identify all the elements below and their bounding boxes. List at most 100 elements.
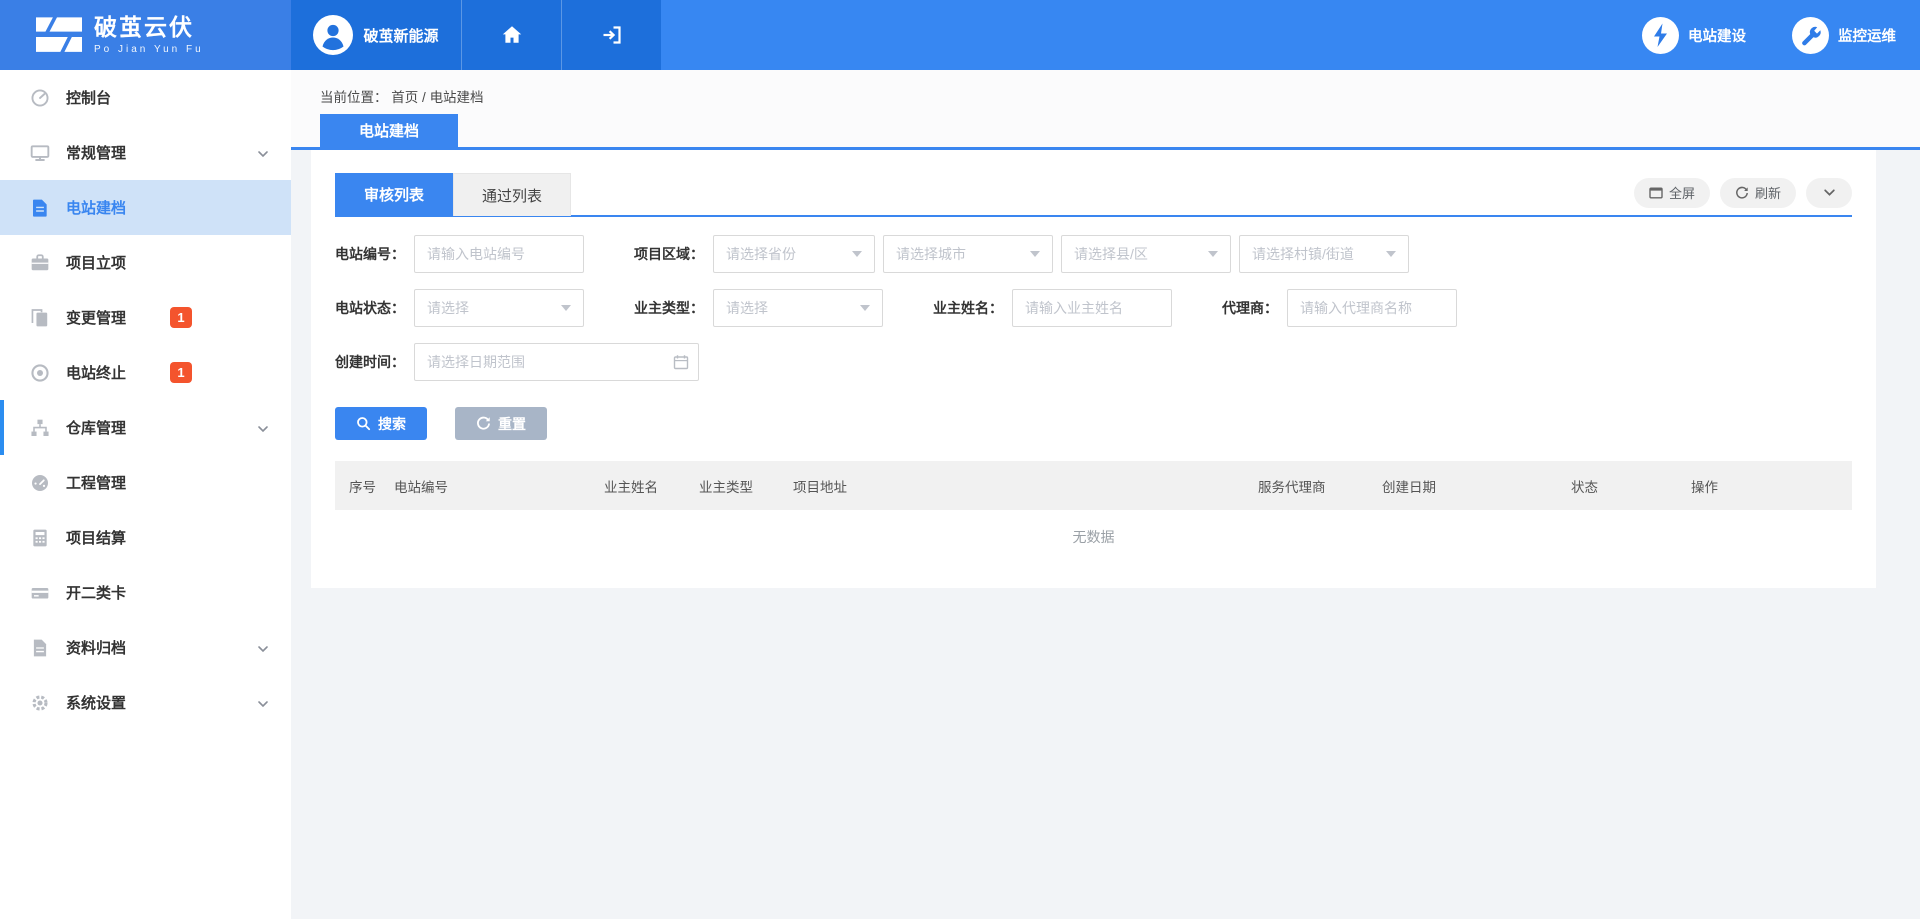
tab-passed-list[interactable]: 通过列表 [453,173,571,216]
sidebar-item-data-archive[interactable]: 资料归档 [0,620,291,675]
column-index: 序号 [335,476,380,496]
province-select[interactable]: 请选择省份 [713,235,875,273]
content-panel: 审核列表 通过列表 全屏 刷新 电站编号： 项目区域： [311,150,1876,588]
account-name: 破茧新能源 [363,25,438,46]
refresh-label: 刷新 [1755,183,1781,202]
results-table: 序号 电站编号 业主姓名 业主类型 项目地址 服务代理商 创建日期 状态 操作 … [335,461,1852,563]
quick-link-station-build[interactable]: 电站建设 [1642,17,1746,54]
quick-link-monitor-ops[interactable]: 监控运维 [1792,17,1896,54]
brand-title: 破茧云伏 [94,16,204,39]
agent-input[interactable] [1287,289,1457,327]
sidebar-item-label: 控制台 [66,87,111,108]
notification-badge: 1 [170,362,192,383]
city-select[interactable]: 请选择城市 [883,235,1053,273]
refresh-button[interactable]: 刷新 [1720,178,1796,208]
gear-icon [30,693,50,713]
tab-review-list[interactable]: 审核列表 [335,173,453,216]
home-button[interactable] [461,0,561,70]
date-range-picker [414,343,699,381]
empty-state: 无数据 [335,510,1852,563]
calculator-icon [30,528,50,548]
sidebar-item-label: 常规管理 [66,142,126,163]
sidebar-item-warehouse-mgmt[interactable]: 仓库管理 [0,400,291,455]
document-icon [30,198,50,218]
brand-area: 破茧云伏 Po Jian Yun Fu [0,0,291,70]
sidebar-item-general-mgmt[interactable]: 常规管理 [0,125,291,180]
calendar-icon[interactable] [673,354,689,375]
column-project-address: 项目地址 [779,476,1244,496]
logout-button[interactable] [561,0,661,70]
column-status: 状态 [1557,476,1677,496]
reset-label: 重置 [498,414,526,434]
fullscreen-button[interactable]: 全屏 [1634,178,1710,208]
status-label: 电站状态： [335,298,405,318]
town-select[interactable]: 请选择村镇/街道 [1239,235,1409,273]
caret-down-icon [1030,251,1040,257]
search-button[interactable]: 搜索 [335,407,427,440]
fullscreen-label: 全屏 [1669,183,1695,202]
caret-down-icon [852,251,862,257]
sidebar-item-label: 电站终止 [66,362,126,383]
sidebar-item-engineering-mgmt[interactable]: 工程管理 [0,455,291,510]
caret-down-icon [1208,251,1218,257]
breadcrumb: 当前位置： 首页 / 电站建档 [291,70,1920,106]
sidebar-item-console[interactable]: 控制台 [0,70,291,125]
filter-row-1: 电站编号： 项目区域： 请选择省份 请选择城市 请选择县/区 请选择村镇/街道 [335,235,1852,273]
breadcrumb-home-link[interactable]: 首页 [391,90,418,105]
status-select[interactable]: 请选择 [414,289,584,327]
chevron-down-icon [257,697,269,715]
caret-down-icon [860,305,870,311]
owner-type-select[interactable]: 请选择 [713,289,883,327]
column-actions: 操作 [1677,476,1852,496]
main-content: 当前位置： 首页 / 电站建档 电站建档 审核列表 通过列表 全屏 刷新 [291,70,1920,919]
home-icon [501,24,523,46]
sidebar-item-change-mgmt[interactable]: 变更管理 1 [0,290,291,345]
column-service-agent: 服务代理商 [1244,476,1368,496]
account-info[interactable]: 破茧新能源 [291,0,461,70]
page-tab[interactable]: 电站建档 [320,114,458,147]
reset-button[interactable]: 重置 [455,407,547,440]
station-no-input[interactable] [414,235,584,273]
header-account-section: 破茧新能源 [291,0,661,70]
sidebar-item-system-settings[interactable]: 系统设置 [0,675,291,730]
sidebar-item-project-settlement[interactable]: 项目结算 [0,510,291,565]
chevron-down-icon [1823,186,1836,199]
sign-in-icon [601,24,623,46]
sidebar-item-label: 变更管理 [66,307,126,328]
date-range-input[interactable] [414,343,699,381]
caret-down-icon [1386,251,1396,257]
province-placeholder: 请选择省份 [726,244,796,264]
wrench-icon [1792,17,1829,54]
breadcrumb-prefix: 当前位置： [320,90,388,105]
owner-type-label: 业主类型： [634,298,704,318]
sidebar-item-label: 项目结算 [66,527,126,548]
search-icon [356,416,371,431]
county-select[interactable]: 请选择县/区 [1061,235,1231,273]
sidebar-item-label: 系统设置 [66,692,126,713]
column-owner-type: 业主类型 [685,476,779,496]
filter-actions: 搜索 重置 [335,407,1852,440]
collapse-button[interactable] [1806,178,1852,208]
owner-type-placeholder: 请选择 [726,298,768,318]
sidebar-item-station-termination[interactable]: 电站终止 1 [0,345,291,400]
sidebar-item-project-initiation[interactable]: 项目立项 [0,235,291,290]
sidebar-item-card-opening[interactable]: 开二类卡 [0,565,291,620]
sidebar-item-label: 资料归档 [66,637,126,658]
archive-icon [30,638,50,658]
sidebar-item-station-filing[interactable]: 电站建档 [0,180,291,235]
sidebar-item-label: 工程管理 [66,472,126,493]
town-placeholder: 请选择村镇/街道 [1252,244,1354,264]
caret-down-icon [561,305,571,311]
reset-icon [476,416,491,431]
tabs-row: 审核列表 通过列表 全屏 刷新 [335,174,1852,217]
target-icon [30,363,50,383]
owner-name-input[interactable] [1012,289,1172,327]
filter-row-2: 电站状态： 请选择 业主类型： 请选择 业主姓名： 代理商： [335,289,1852,327]
top-header: 破茧云伏 Po Jian Yun Fu 破茧新能源 [0,0,1920,70]
sidebar-item-label: 项目立项 [66,252,126,273]
region-label: 项目区域： [634,244,704,264]
county-placeholder: 请选择县/区 [1074,244,1148,264]
header-nav: 电站建设 监控运维 [661,0,1920,70]
notification-badge: 1 [170,307,192,328]
sitemap-icon [30,418,50,438]
